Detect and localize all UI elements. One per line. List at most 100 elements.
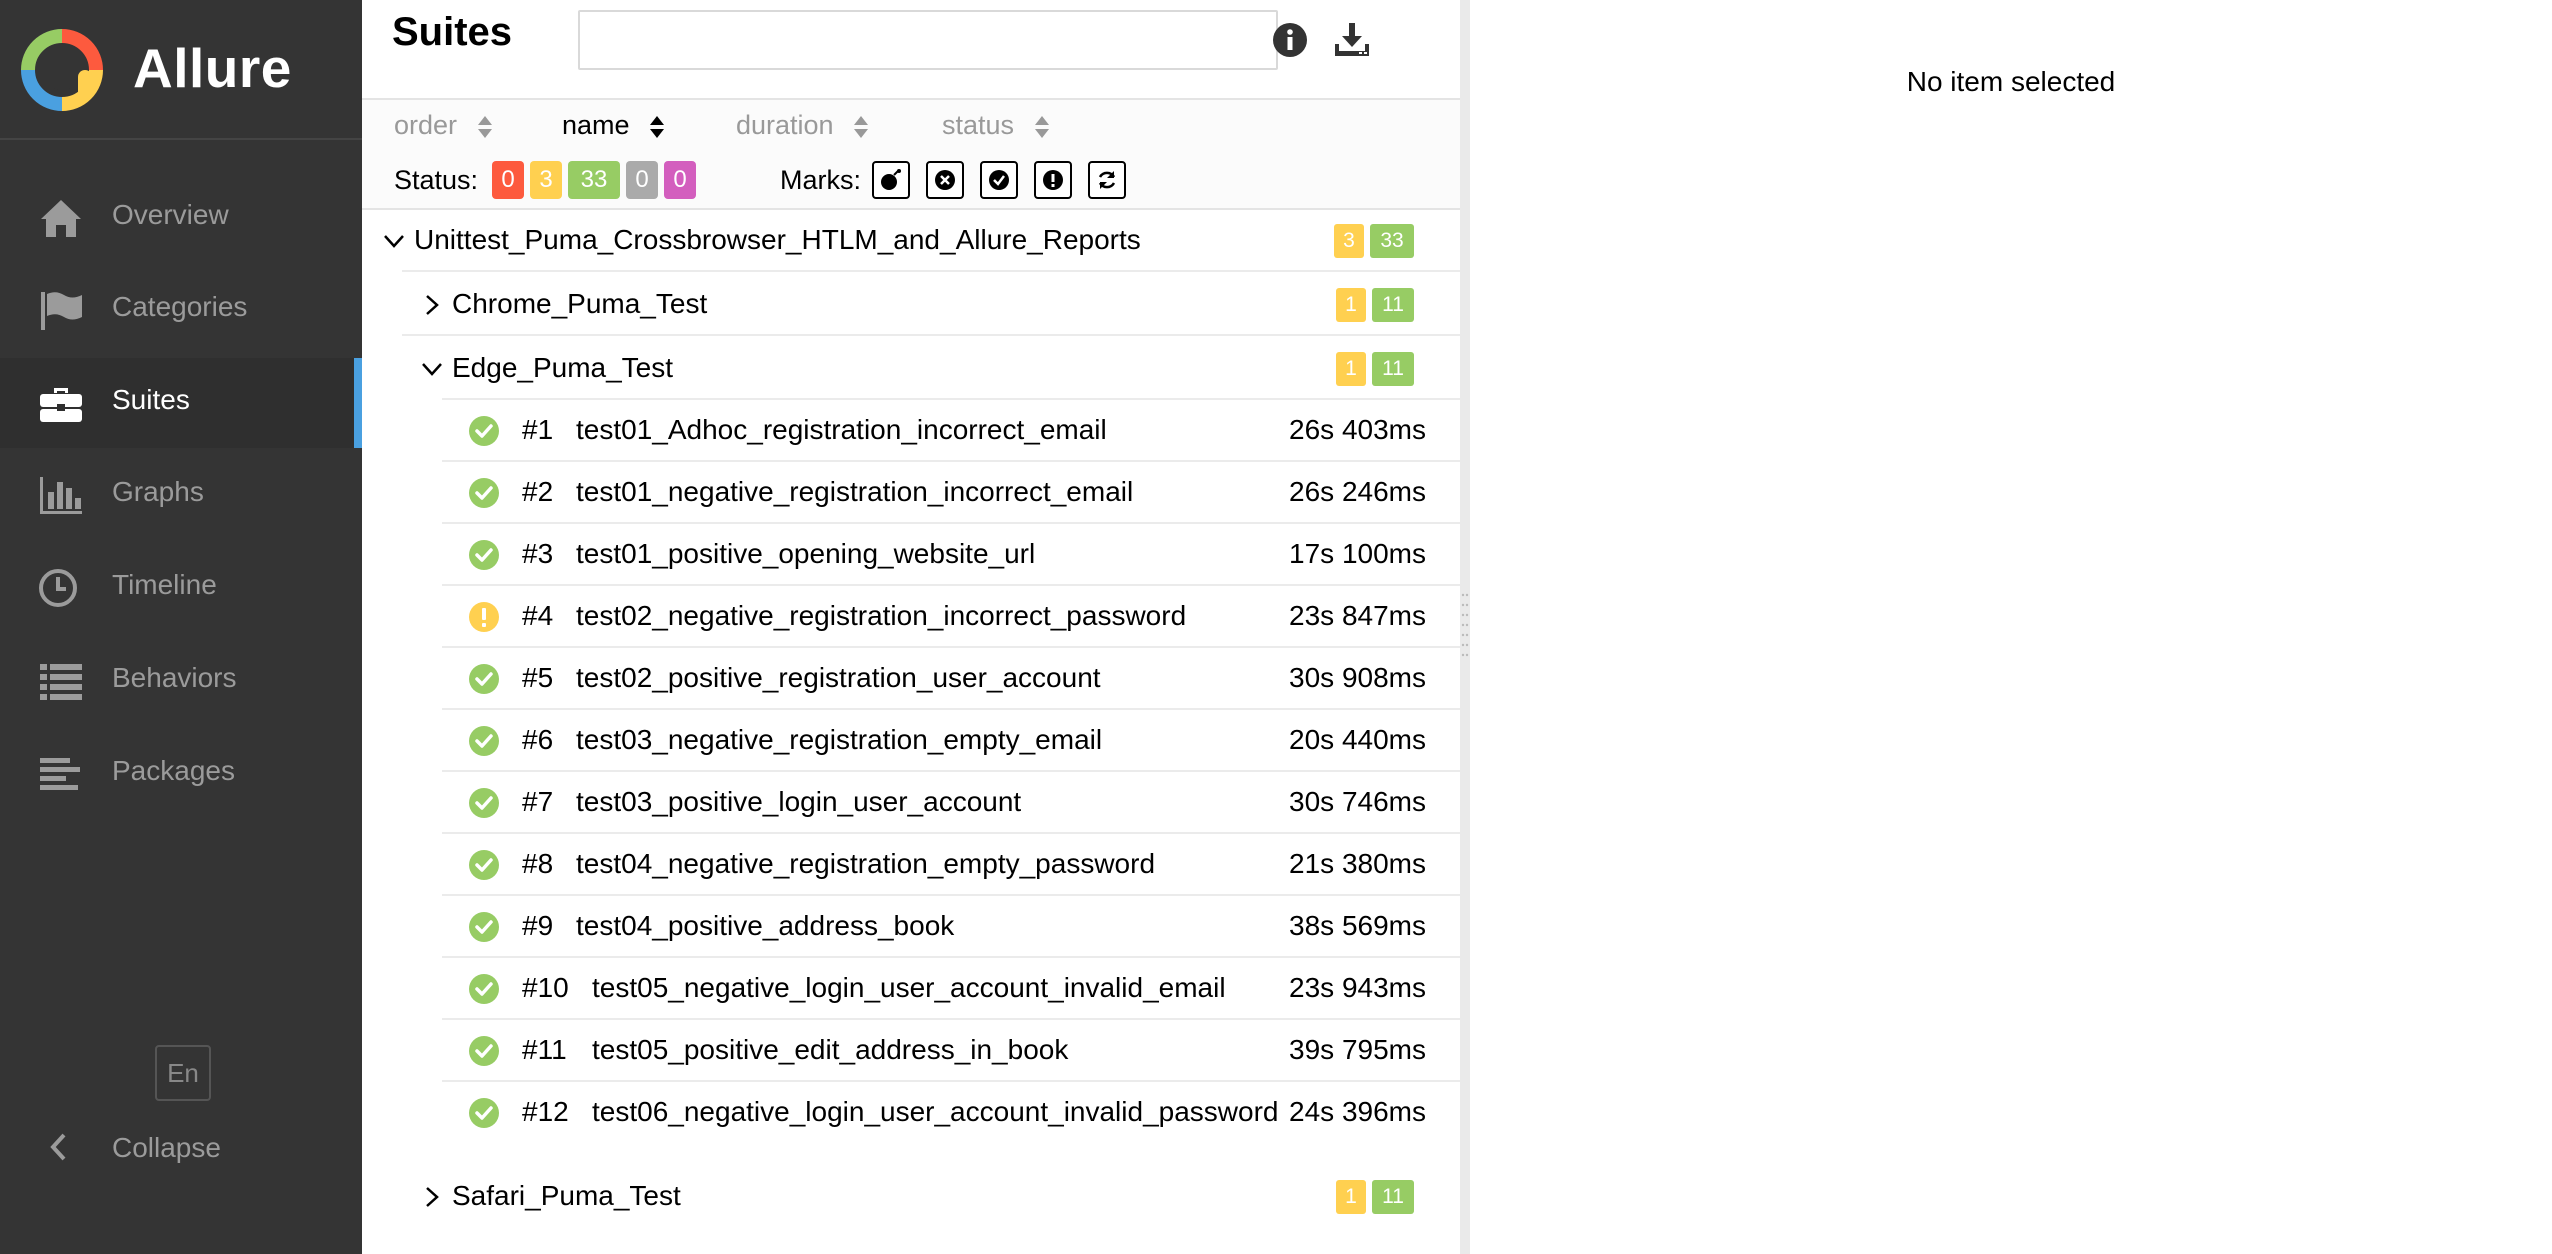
sidebar: Allure Overview Categories Suites Graphs… bbox=[0, 0, 362, 1254]
sidebar-item-label: Suites bbox=[112, 384, 190, 415]
chevron-right-icon bbox=[426, 1187, 439, 1207]
test-duration: 26s 246ms bbox=[1289, 476, 1426, 507]
sorter-label: order bbox=[394, 110, 458, 140]
new-failed-mark-toggle[interactable] bbox=[926, 161, 964, 199]
brand-name: Allure bbox=[133, 37, 292, 99]
test-case-row[interactable]: #10 test05_negative_login_user_account_in… bbox=[362, 958, 1460, 1020]
status-broken-toggle[interactable]: 3 bbox=[530, 161, 562, 199]
sidebar-item-label: Timeline bbox=[112, 569, 217, 600]
active-indicator bbox=[354, 358, 362, 448]
sort-icon bbox=[650, 115, 665, 138]
passed-count-badge: 33 bbox=[1370, 224, 1414, 258]
tree-group-row[interactable]: Edge_Puma_Test 1 11 bbox=[362, 338, 1460, 400]
test-duration: 24s 396ms bbox=[1289, 1096, 1426, 1127]
test-case-row[interactable]: #4 test02_negative_registration_incorrect… bbox=[362, 586, 1460, 648]
test-order: #7 bbox=[522, 786, 554, 817]
sort-by-name[interactable]: name bbox=[562, 110, 665, 141]
status-unknown-toggle[interactable]: 0 bbox=[664, 161, 696, 199]
info-icon[interactable] bbox=[1270, 20, 1310, 60]
test-name: test02_negative_registration_incorrect_p… bbox=[576, 600, 1187, 631]
broken-count-badge: 1 bbox=[1336, 1180, 1366, 1214]
search-input[interactable] bbox=[578, 10, 1278, 70]
sidebar-item-suites[interactable]: Suites bbox=[0, 358, 362, 448]
sort-by-order[interactable]: order bbox=[394, 110, 493, 141]
sort-by-status[interactable]: status bbox=[942, 110, 1050, 141]
sort-by-duration[interactable]: duration bbox=[736, 110, 869, 141]
status-skipped-toggle[interactable]: 0 bbox=[626, 161, 658, 199]
test-case-row[interactable]: #7 test03_positive_login_user_account 30s … bbox=[362, 772, 1460, 834]
test-case-row[interactable]: #6 test03_negative_registration_empty_ema… bbox=[362, 710, 1460, 772]
sidebar-item-graphs[interactable]: Graphs bbox=[0, 450, 362, 540]
briefcase-icon bbox=[40, 388, 82, 422]
sidebar-item-label: Overview bbox=[112, 199, 229, 230]
test-order: #5 bbox=[522, 662, 554, 693]
tree-group-row[interactable]: Chrome_Puma_Test 1 11 bbox=[362, 274, 1460, 336]
download-icon[interactable] bbox=[1332, 20, 1372, 60]
sidebar-item-label: Graphs bbox=[112, 476, 204, 507]
sidebar-item-packages[interactable]: Packages bbox=[0, 729, 362, 819]
page-title: Suites bbox=[392, 10, 513, 54]
test-case-row[interactable]: #9 test04_positive_address_book 38s 569ms bbox=[362, 896, 1460, 958]
test-case-row[interactable]: #5 test02_positive_registration_user_acco… bbox=[362, 648, 1460, 710]
drag-handle-icon[interactable] bbox=[1461, 590, 1469, 660]
test-case-row[interactable]: #8 test04_negative_registration_empty_pas… bbox=[362, 834, 1460, 896]
test-order: #10 bbox=[522, 972, 569, 1003]
test-order: #2 bbox=[522, 476, 554, 507]
broken-count-badge: 1 bbox=[1336, 288, 1366, 322]
test-case-row[interactable]: #3 test01_positive_opening_website_url 17s… bbox=[362, 524, 1460, 586]
check-circle-icon bbox=[989, 170, 1009, 190]
test-duration: 38s 569ms bbox=[1289, 910, 1426, 941]
test-duration: 30s 908ms bbox=[1289, 662, 1426, 693]
new-broken-mark-toggle[interactable] bbox=[1034, 161, 1072, 199]
sidebar-item-behaviors[interactable]: Behaviors bbox=[0, 636, 362, 726]
empty-state-text: No item selected bbox=[1906, 66, 2116, 97]
sort-icon bbox=[854, 115, 869, 138]
retries-mark-toggle[interactable] bbox=[1088, 161, 1126, 199]
new-passed-mark-toggle[interactable] bbox=[980, 161, 1018, 199]
test-case-row[interactable]: #12 test06_negative_login_user_account_in… bbox=[362, 1082, 1460, 1144]
bar-chart-icon bbox=[40, 477, 82, 514]
bomb-icon bbox=[881, 169, 901, 190]
test-name: test05_negative_login_user_account_inval… bbox=[592, 972, 1226, 1003]
test-name: test01_positive_opening_website_url bbox=[576, 538, 1036, 569]
passed-count-badge: 11 bbox=[1372, 288, 1414, 322]
refresh-icon bbox=[1098, 171, 1116, 189]
suite-name: Unittest_Puma_Crossbrowser_HTLM_and_Allu… bbox=[414, 224, 1141, 255]
detail-pane: No item selected bbox=[1470, 0, 2552, 1254]
broken-status-icon bbox=[469, 602, 499, 632]
test-name: test04_positive_address_book bbox=[576, 910, 955, 941]
test-order: #12 bbox=[522, 1096, 569, 1127]
test-case-row[interactable]: #1 test01_Adhoc_registration_incorrect_em… bbox=[362, 400, 1460, 462]
test-duration: 23s 847ms bbox=[1289, 600, 1426, 631]
status-passed-toggle[interactable]: 33 bbox=[568, 161, 620, 199]
suite-name: Chrome_Puma_Test bbox=[452, 288, 708, 319]
sidebar-item-categories[interactable]: Categories bbox=[0, 265, 362, 355]
exclamation-circle-icon bbox=[1043, 170, 1063, 190]
test-duration: 20s 440ms bbox=[1289, 724, 1426, 755]
chevron-left-icon bbox=[50, 1133, 66, 1161]
passed-status-icon bbox=[469, 664, 499, 694]
test-case-row[interactable]: #11 test05_positive_edit_address_in_book 3… bbox=[362, 1020, 1460, 1082]
tree-root-row[interactable]: Unittest_Puma_Crossbrowser_HTLM_and_Allu… bbox=[362, 210, 1460, 272]
brand[interactable]: Allure bbox=[0, 0, 362, 140]
sorter-label: duration bbox=[736, 110, 834, 140]
test-order: #8 bbox=[522, 848, 554, 879]
allure-logo-icon bbox=[21, 29, 103, 111]
language-button[interactable]: En bbox=[155, 1045, 211, 1101]
status-failed-toggle[interactable]: 0 bbox=[492, 161, 524, 199]
collapse-button[interactable]: Collapse bbox=[0, 1112, 362, 1182]
marks-filter-label: Marks: bbox=[780, 165, 861, 195]
test-duration: 17s 100ms bbox=[1289, 538, 1426, 569]
sort-icon bbox=[1034, 115, 1049, 138]
passed-status-icon bbox=[469, 540, 499, 570]
passed-status-icon bbox=[469, 726, 499, 756]
test-name: test05_positive_edit_address_in_book bbox=[592, 1034, 1069, 1065]
sidebar-item-timeline[interactable]: Timeline bbox=[0, 543, 362, 633]
sidebar-item-overview[interactable]: Overview bbox=[0, 173, 362, 263]
tree-group-row[interactable]: Safari_Puma_Test 1 11 bbox=[362, 1166, 1460, 1228]
test-order: #3 bbox=[522, 538, 554, 569]
test-case-row[interactable]: #2 test01_negative_registration_incorrect… bbox=[362, 462, 1460, 524]
flaky-mark-toggle[interactable] bbox=[872, 161, 910, 199]
test-name: test06_negative_login_user_account_inval… bbox=[592, 1096, 1279, 1127]
pane-header: Suites bbox=[362, 0, 1460, 100]
